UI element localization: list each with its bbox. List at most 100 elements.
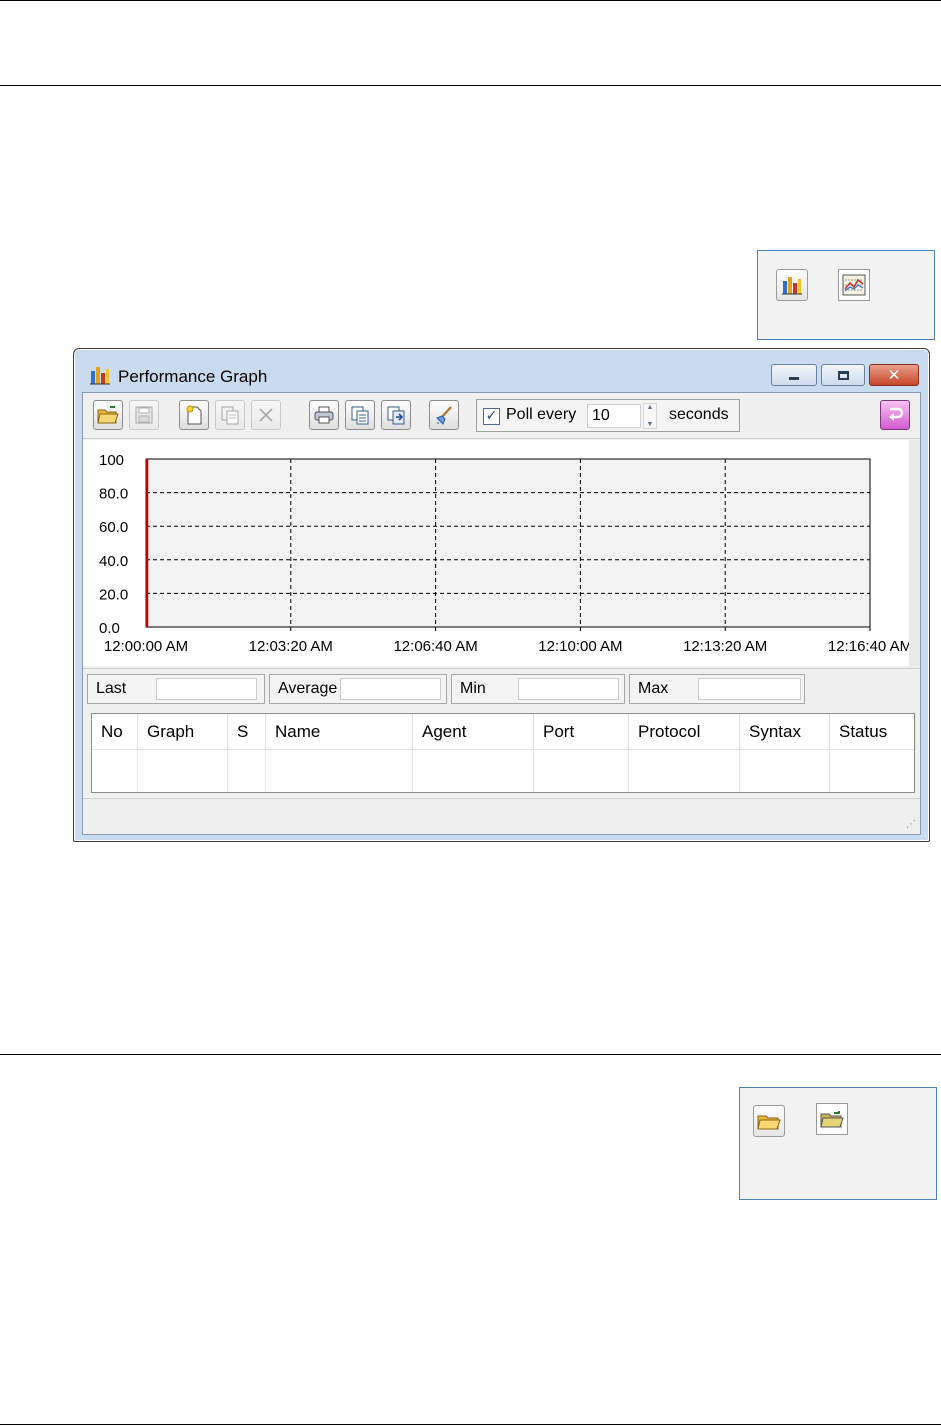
- stat-average-label: Average: [278, 680, 338, 697]
- close-icon: ✕: [887, 366, 901, 384]
- bottom-rule: [0, 1424, 941, 1425]
- title-bar[interactable]: Performance Graph ✕: [74, 349, 929, 391]
- y-tick-label: 80.0: [99, 486, 128, 503]
- stat-last: Last: [87, 674, 265, 704]
- maximize-icon: [837, 370, 849, 380]
- y-tick-label: 40.0: [99, 553, 128, 570]
- poll-checkbox[interactable]: ✓: [483, 408, 500, 425]
- y-tick-label: 100: [99, 452, 124, 469]
- paste-button[interactable]: [381, 400, 411, 430]
- window-client: ✓ Poll every ▲ ▼ seconds 100 80.0 60.0 40.0…: [82, 392, 921, 835]
- table-column-body: [138, 750, 228, 792]
- print-icon: [314, 406, 334, 424]
- toolbar: ✓ Poll every ▲ ▼ seconds: [83, 393, 920, 439]
- open-folder-alt-icon[interactable]: [816, 1103, 848, 1135]
- performance-graph-icon[interactable]: [776, 269, 808, 301]
- plot-area: [145, 458, 871, 628]
- column-header-port[interactable]: Port: [534, 714, 629, 750]
- window-title: Performance Graph: [118, 367, 268, 386]
- counters-table[interactable]: No Graph S Name Agent Port Protocol Syntax Statu…: [91, 713, 916, 793]
- y-tick-label: 60.0: [99, 519, 128, 536]
- maximize-button[interactable]: [821, 364, 865, 386]
- stat-average-field: [340, 678, 441, 700]
- copy-button[interactable]: [345, 400, 375, 430]
- status-bar: ⋰: [83, 798, 920, 834]
- column-header-syntax[interactable]: Syntax: [740, 714, 830, 750]
- open-folder-icon: [97, 406, 119, 424]
- return-icon: [889, 407, 904, 421]
- stat-min-field: [518, 678, 619, 700]
- section-rule: [0, 1054, 941, 1055]
- column-header-graph[interactable]: Graph: [138, 714, 228, 750]
- stat-average: Average: [269, 674, 447, 704]
- table-header: No Graph S Name Agent Port Protocol Syntax Statu…: [92, 714, 916, 750]
- copy-template-icon: [221, 406, 239, 425]
- column-header-no[interactable]: No: [92, 714, 138, 750]
- save-icon: [135, 406, 153, 424]
- copy-template-button[interactable]: [215, 400, 245, 430]
- minimize-button[interactable]: [771, 364, 817, 386]
- x-tick-label: 12:16:40 AM: [828, 638, 909, 655]
- delete-button[interactable]: [251, 400, 281, 430]
- y-tick-label: 0.0: [99, 620, 120, 637]
- new-button[interactable]: [179, 400, 209, 430]
- performance-chart: 100 80.0 60.0 40.0 20.0 0.0 12:00:00 AM 12:03:2…: [83, 440, 920, 666]
- stat-max-label: Max: [638, 680, 669, 697]
- icon-legend-top: [757, 250, 935, 340]
- column-header-status[interactable]: Status: [830, 714, 916, 750]
- stat-last-field: [156, 678, 257, 700]
- table-column-body: [413, 750, 534, 792]
- open-button[interactable]: [93, 400, 123, 430]
- column-header-protocol[interactable]: Protocol: [629, 714, 740, 750]
- table-column-body: [534, 750, 629, 792]
- stat-max: Max: [629, 674, 805, 704]
- chart-canvas: 100 80.0 60.0 40.0 20.0 0.012:00:00 AM 12:03:2…: [99, 452, 909, 655]
- x-tick-label: 12:13:20 AM: [683, 638, 767, 655]
- new-icon: [186, 405, 202, 425]
- column-header-name[interactable]: Name: [266, 714, 413, 750]
- paste-icon: [387, 406, 405, 425]
- column-header-s[interactable]: S: [228, 714, 266, 750]
- poll-interval-spinner[interactable]: ▲ ▼: [643, 403, 657, 429]
- line-graph-icon[interactable]: [838, 269, 870, 301]
- column-header-agent[interactable]: Agent: [413, 714, 534, 750]
- minimize-icon: [789, 376, 799, 380]
- poll-interval-input[interactable]: [587, 404, 641, 428]
- clear-icon: [436, 406, 452, 425]
- stats-bar: Last Average Min Max: [83, 668, 920, 708]
- poll-group: ✓ Poll every ▲ ▼ seconds: [476, 399, 740, 432]
- icon-legend-bottom: [739, 1087, 937, 1200]
- stat-last-label: Last: [96, 680, 127, 697]
- poll-label: Poll every: [506, 406, 577, 423]
- table-column-body: [92, 750, 138, 792]
- resize-grip-icon[interactable]: ⋰: [906, 819, 916, 830]
- x-tick-label: 12:10:00 AM: [538, 638, 622, 655]
- save-button[interactable]: [129, 400, 159, 430]
- spin-up-icon[interactable]: ▲: [647, 404, 654, 411]
- stat-max-field: [698, 678, 801, 700]
- stat-min-label: Min: [460, 680, 486, 697]
- performance-graph-window: Performance Graph ✕ ✓ Poll every 10 ▲ ▼ …: [73, 348, 930, 842]
- chart-scrollbar[interactable]: [909, 440, 920, 666]
- bar-chart-icon: [89, 365, 111, 390]
- top-rule: [0, 0, 941, 1]
- stat-min: Min: [451, 674, 625, 704]
- table-column-body: [740, 750, 830, 792]
- copy-icon: [351, 406, 369, 425]
- close-button[interactable]: ✕: [869, 364, 919, 386]
- spin-down-icon[interactable]: ▼: [647, 421, 654, 428]
- x-tick-label: 12:00:00 AM: [104, 638, 188, 655]
- clear-button[interactable]: [429, 400, 459, 430]
- poll-unit-label: seconds: [669, 406, 729, 423]
- x-tick-label: 12:03:20 AM: [249, 638, 333, 655]
- table-column-body: [830, 750, 916, 792]
- table-column-body: [266, 750, 413, 792]
- open-folder-icon[interactable]: [753, 1105, 785, 1137]
- x-tick-label: 12:06:40 AM: [393, 638, 477, 655]
- table-column-body: [228, 750, 266, 792]
- table-column-body: [629, 750, 740, 792]
- y-tick-label: 20.0: [99, 586, 128, 603]
- print-button[interactable]: [309, 400, 339, 430]
- return-button[interactable]: [880, 400, 910, 430]
- header-rule: [0, 85, 941, 86]
